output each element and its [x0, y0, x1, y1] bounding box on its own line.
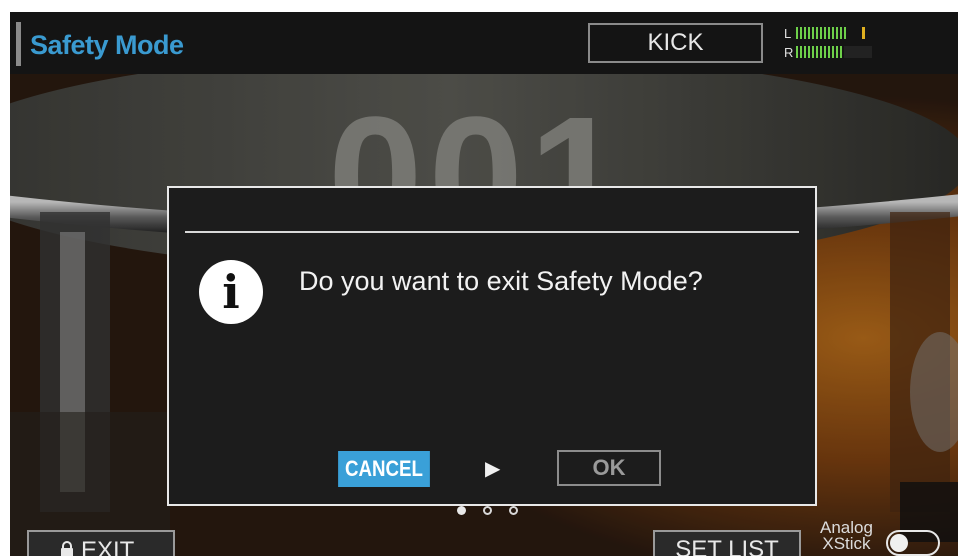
info-icon: i — [199, 260, 263, 324]
confirm-dialog: i Do you want to exit Safety Mode? CANCE… — [167, 186, 817, 506]
meter-right-bars — [796, 46, 872, 58]
exit-button[interactable]: EXIT — [27, 530, 175, 556]
level-meter: L R — [784, 26, 872, 60]
exit-label: EXIT — [81, 537, 135, 556]
meter-left-label: L — [784, 26, 791, 41]
dialog-divider — [185, 231, 799, 233]
dialog-message: Do you want to exit Safety Mode? — [299, 266, 703, 296]
play-arrow-icon: ▶ — [485, 458, 501, 480]
page-dot-1 — [457, 506, 466, 515]
meter-right-label: R — [784, 45, 793, 60]
xstick-toggle[interactable] — [886, 530, 940, 556]
cancel-button[interactable]: CANCEL — [338, 451, 430, 487]
toggle-knob — [890, 534, 908, 552]
instrument-name-box[interactable]: KICK — [588, 23, 763, 63]
set-list-button[interactable]: SET LIST — [653, 530, 801, 556]
page-dot-3 — [509, 506, 518, 515]
device-screen: Safety Mode KICK L R 001 i Do you want t… — [10, 12, 958, 556]
lock-icon — [61, 541, 73, 556]
analog-xstick-label: Analog XStick — [820, 519, 873, 553]
page-dot-2 — [483, 506, 492, 515]
header-accent-bar — [16, 22, 21, 66]
meter-left-bars — [796, 27, 865, 39]
ok-button[interactable]: OK — [557, 450, 661, 486]
header-bar: Safety Mode KICK L R — [10, 12, 958, 74]
page-title: Safety Mode — [30, 30, 184, 60]
xstick-label-line-2: XStick — [822, 534, 871, 553]
